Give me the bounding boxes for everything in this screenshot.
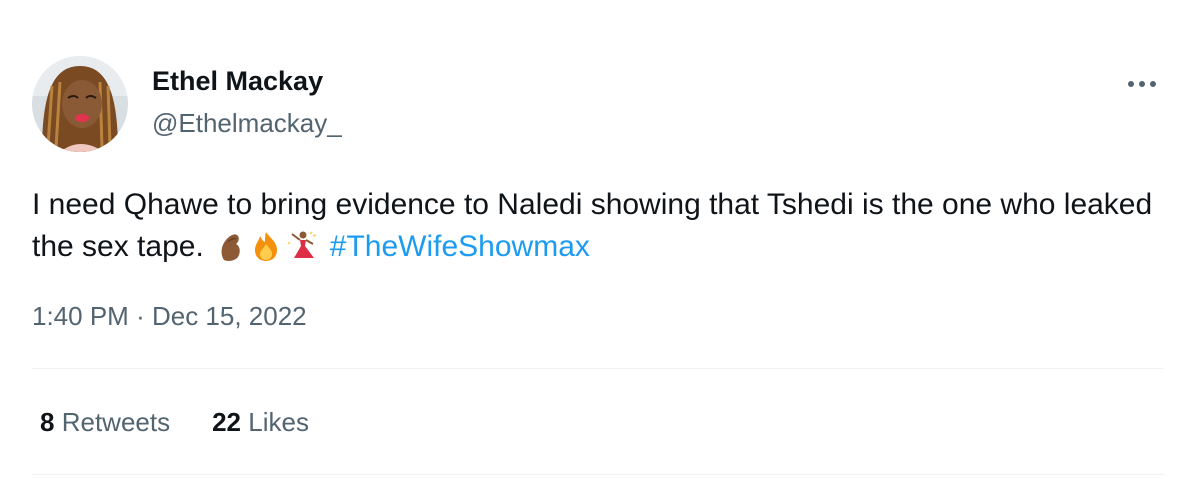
likes-label: Likes <box>248 407 309 437</box>
retweets-stat[interactable]: 8 Retweets <box>40 404 170 440</box>
more-options-button[interactable] <box>1120 70 1164 98</box>
avatar[interactable] <box>32 56 128 152</box>
fire-icon <box>254 232 277 261</box>
avatar-image <box>32 56 128 152</box>
timestamp-separator: · <box>136 301 145 331</box>
username[interactable]: @Ethelmackay_ <box>152 106 342 140</box>
emoji-group <box>214 230 322 262</box>
tweet-body: I need Qhawe to bring evidence to Naledi… <box>32 188 1153 263</box>
likes-count: 22 <box>212 407 242 437</box>
retweets-label: Retweets <box>61 407 171 437</box>
divider-top <box>32 368 1164 369</box>
hashtag-link[interactable]: #TheWifeShowmax <box>330 230 590 263</box>
more-icon <box>1128 81 1156 87</box>
divider-bottom <box>32 474 1164 475</box>
timestamp: 1:40 PM · Dec 15, 2022 <box>32 298 307 334</box>
pinched-fingers-icon <box>221 234 240 261</box>
woman-dancing-icon <box>287 231 317 258</box>
retweets-count: 8 <box>40 407 55 437</box>
likes-stat[interactable]: 22 Likes <box>212 404 309 440</box>
display-name[interactable]: Ethel Mackay <box>152 64 323 98</box>
tweet-text: I need Qhawe to bring evidence to Naledi… <box>32 184 1172 268</box>
tweet-date-link[interactable]: Dec 15, 2022 <box>152 301 307 331</box>
engagement-stats: 8 Retweets 22 Likes <box>40 404 351 440</box>
tweet-time-link[interactable]: 1:40 PM <box>32 301 129 331</box>
